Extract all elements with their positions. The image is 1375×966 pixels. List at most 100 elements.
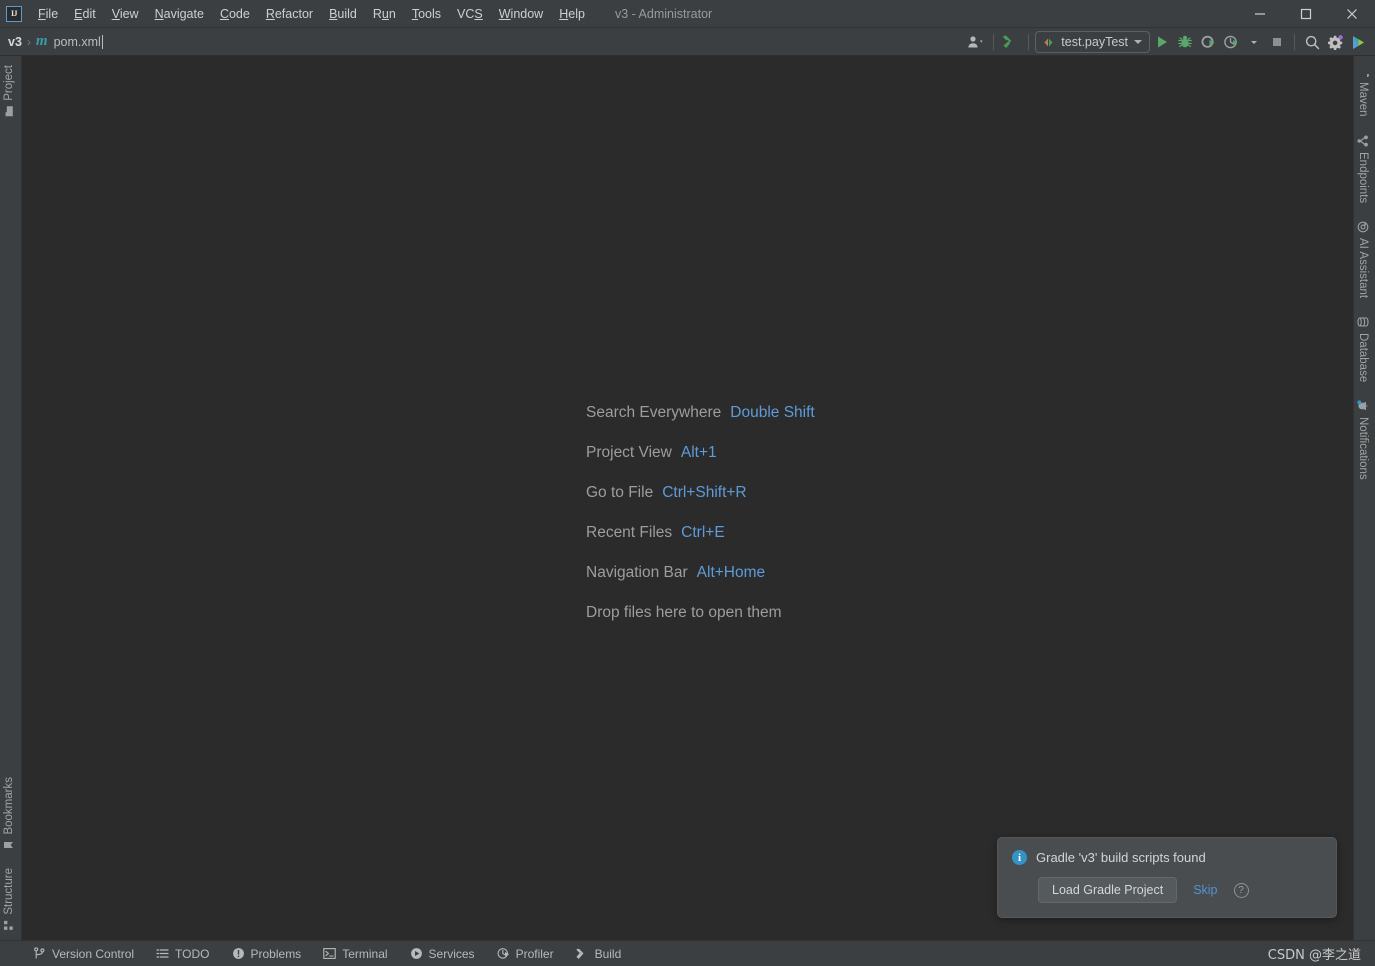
main-toolbar: test.payTest	[965, 28, 1369, 56]
maven-m-icon: m	[1357, 65, 1375, 82]
chevron-down-icon[interactable]	[1243, 31, 1265, 53]
sidebar-item-project[interactable]: Project	[0, 56, 18, 126]
settings-gear-icon[interactable]	[1324, 31, 1346, 53]
status-item-label: Build	[594, 946, 622, 961]
sidebar-item-label: Endpoints	[1357, 151, 1369, 203]
menu-item-window[interactable]: Window	[491, 0, 551, 27]
menu-item-build[interactable]: Build	[321, 0, 365, 27]
sidebar-item-database[interactable]: Database	[1354, 307, 1372, 391]
status-bar-items: Version Control TODO Problems Terminal S…	[0, 943, 632, 965]
tip-row: Project View Alt+1	[586, 444, 815, 462]
profiler-icon[interactable]	[1220, 31, 1242, 53]
minimize-icon[interactable]	[1237, 0, 1283, 28]
menu-item-edit[interactable]: Edit	[66, 0, 104, 27]
editor-empty-state[interactable]: Search Everywhere Double Shift Project V…	[22, 56, 1353, 940]
menu-item-code[interactable]: Code	[212, 0, 258, 27]
tip-row: Navigation Bar Alt+Home	[586, 564, 815, 582]
chevron-down-icon	[1134, 40, 1142, 44]
tip-shortcut: Ctrl+E	[681, 524, 725, 541]
window-title: v3 - Administrator	[614, 6, 713, 21]
skip-link[interactable]: Skip	[1193, 883, 1217, 897]
menu-item-view[interactable]: View	[104, 0, 147, 27]
menu-item-refactor[interactable]: Refactor	[258, 0, 321, 27]
right-tool-strip: m Maven Endpoints AI Assistant Database …	[1353, 56, 1375, 940]
toolbar-separator	[1294, 34, 1295, 50]
status-item-terminal[interactable]: Terminal	[312, 943, 398, 965]
stop-icon[interactable]	[1266, 31, 1288, 53]
sidebar-item-endpoints[interactable]: Endpoints	[1354, 126, 1372, 212]
debug-bug-icon[interactable]	[1174, 31, 1196, 53]
load-gradle-project-button[interactable]: Load Gradle Project	[1038, 877, 1178, 903]
workspace: Project Bookmarks Structure Search Every…	[0, 56, 1375, 940]
maven-m-icon: m	[35, 33, 48, 49]
breadcrumb: v3 › m pom.xml	[0, 33, 103, 50]
close-icon[interactable]	[1329, 0, 1375, 28]
user-account-icon[interactable]	[965, 31, 987, 53]
tip-shortcut: Alt+1	[680, 444, 717, 461]
notification-header: i Gradle 'v3' build scripts found	[1012, 850, 1322, 865]
window-controls	[1237, 0, 1375, 28]
sidebar-item-bookmarks[interactable]: Bookmarks	[0, 768, 18, 860]
bookmark-icon	[3, 839, 15, 850]
sidebar-item-label: Database	[1357, 332, 1369, 383]
toolbar-separator	[1028, 34, 1030, 50]
at-sign-icon	[1357, 221, 1369, 233]
tip-row: Recent Files Ctrl+E	[586, 524, 815, 542]
menu-item-vcs[interactable]: VCS	[449, 0, 491, 27]
tip-row: Search Everywhere Double Shift	[586, 404, 815, 422]
menu-item-navigate[interactable]: Navigate	[147, 0, 212, 27]
build-hammer-icon	[575, 947, 589, 960]
menu-item-run[interactable]: Run	[365, 0, 404, 27]
build-hammer-icon[interactable]	[1000, 31, 1022, 53]
profiler-icon	[497, 947, 510, 960]
search-icon[interactable]	[1301, 31, 1323, 53]
status-item-problems[interactable]: Problems	[221, 943, 313, 965]
empty-editor-tips: Search Everywhere Double Shift Project V…	[586, 404, 815, 622]
tip-row: Drop files here to open them	[586, 604, 815, 622]
sidebar-item-label: Notifications	[1357, 417, 1369, 480]
project-folder-icon	[3, 106, 15, 117]
help-question-icon[interactable]: ?	[1233, 882, 1249, 898]
run-play-icon[interactable]	[1151, 31, 1173, 53]
database-icon	[1357, 316, 1369, 328]
status-item-services[interactable]: Services	[399, 943, 486, 965]
tip-shortcut: Alt+Home	[696, 564, 766, 581]
menu-bar: File Edit View Navigate Code Refactor Bu…	[30, 0, 593, 27]
status-item-version-control[interactable]: Version Control	[22, 943, 145, 965]
tip-label: Recent Files	[586, 524, 673, 541]
sidebar-item-label: Maven	[1357, 82, 1369, 117]
status-item-label: TODO	[175, 946, 210, 961]
status-item-label: Problems	[250, 946, 302, 961]
sidebar-item-label: Structure	[3, 868, 15, 915]
status-item-label: Terminal	[342, 946, 388, 961]
problems-warning-icon	[232, 947, 245, 960]
sidebar-item-label: Bookmarks	[3, 776, 15, 835]
status-item-todo[interactable]: TODO	[145, 943, 220, 965]
tip-label: Search Everywhere	[586, 404, 722, 421]
sidebar-item-notifications[interactable]: Notifications	[1354, 391, 1372, 489]
breadcrumb-project[interactable]: v3	[8, 35, 22, 49]
gradle-notification-popup: i Gradle 'v3' build scripts found Load G…	[997, 837, 1337, 918]
breadcrumb-separator: ›	[26, 34, 31, 49]
tip-label: Project View	[586, 444, 672, 461]
run-coverage-icon[interactable]	[1197, 31, 1219, 53]
notification-actions: Load Gradle Project Skip ?	[1012, 877, 1322, 903]
sidebar-item-maven[interactable]: m Maven	[1354, 56, 1375, 126]
navigation-bar: v3 › m pom.xml test.payTest	[0, 28, 1375, 56]
menu-item-help[interactable]: Help	[551, 0, 593, 27]
run-config-icon	[1044, 38, 1053, 46]
run-configuration-selector[interactable]: test.payTest	[1035, 31, 1150, 53]
breadcrumb-file[interactable]: pom.xml	[54, 35, 101, 49]
menu-item-tools[interactable]: Tools	[404, 0, 449, 27]
left-tool-strip: Project Bookmarks Structure	[0, 56, 22, 940]
menu-item-file[interactable]: File	[30, 0, 66, 27]
status-item-profiler[interactable]: Profiler	[486, 943, 565, 965]
sidebar-item-ai-assistant[interactable]: AI Assistant	[1354, 212, 1372, 307]
maximize-icon[interactable]	[1283, 0, 1329, 28]
sidebar-item-structure[interactable]: Structure	[0, 859, 18, 940]
status-item-build[interactable]: Build	[565, 943, 633, 965]
branch-icon	[33, 947, 46, 960]
run-config-label: test.payTest	[1061, 35, 1128, 49]
ai-assistant-icon[interactable]	[1347, 31, 1369, 53]
tip-shortcut: Ctrl+Shift+R	[662, 484, 747, 501]
